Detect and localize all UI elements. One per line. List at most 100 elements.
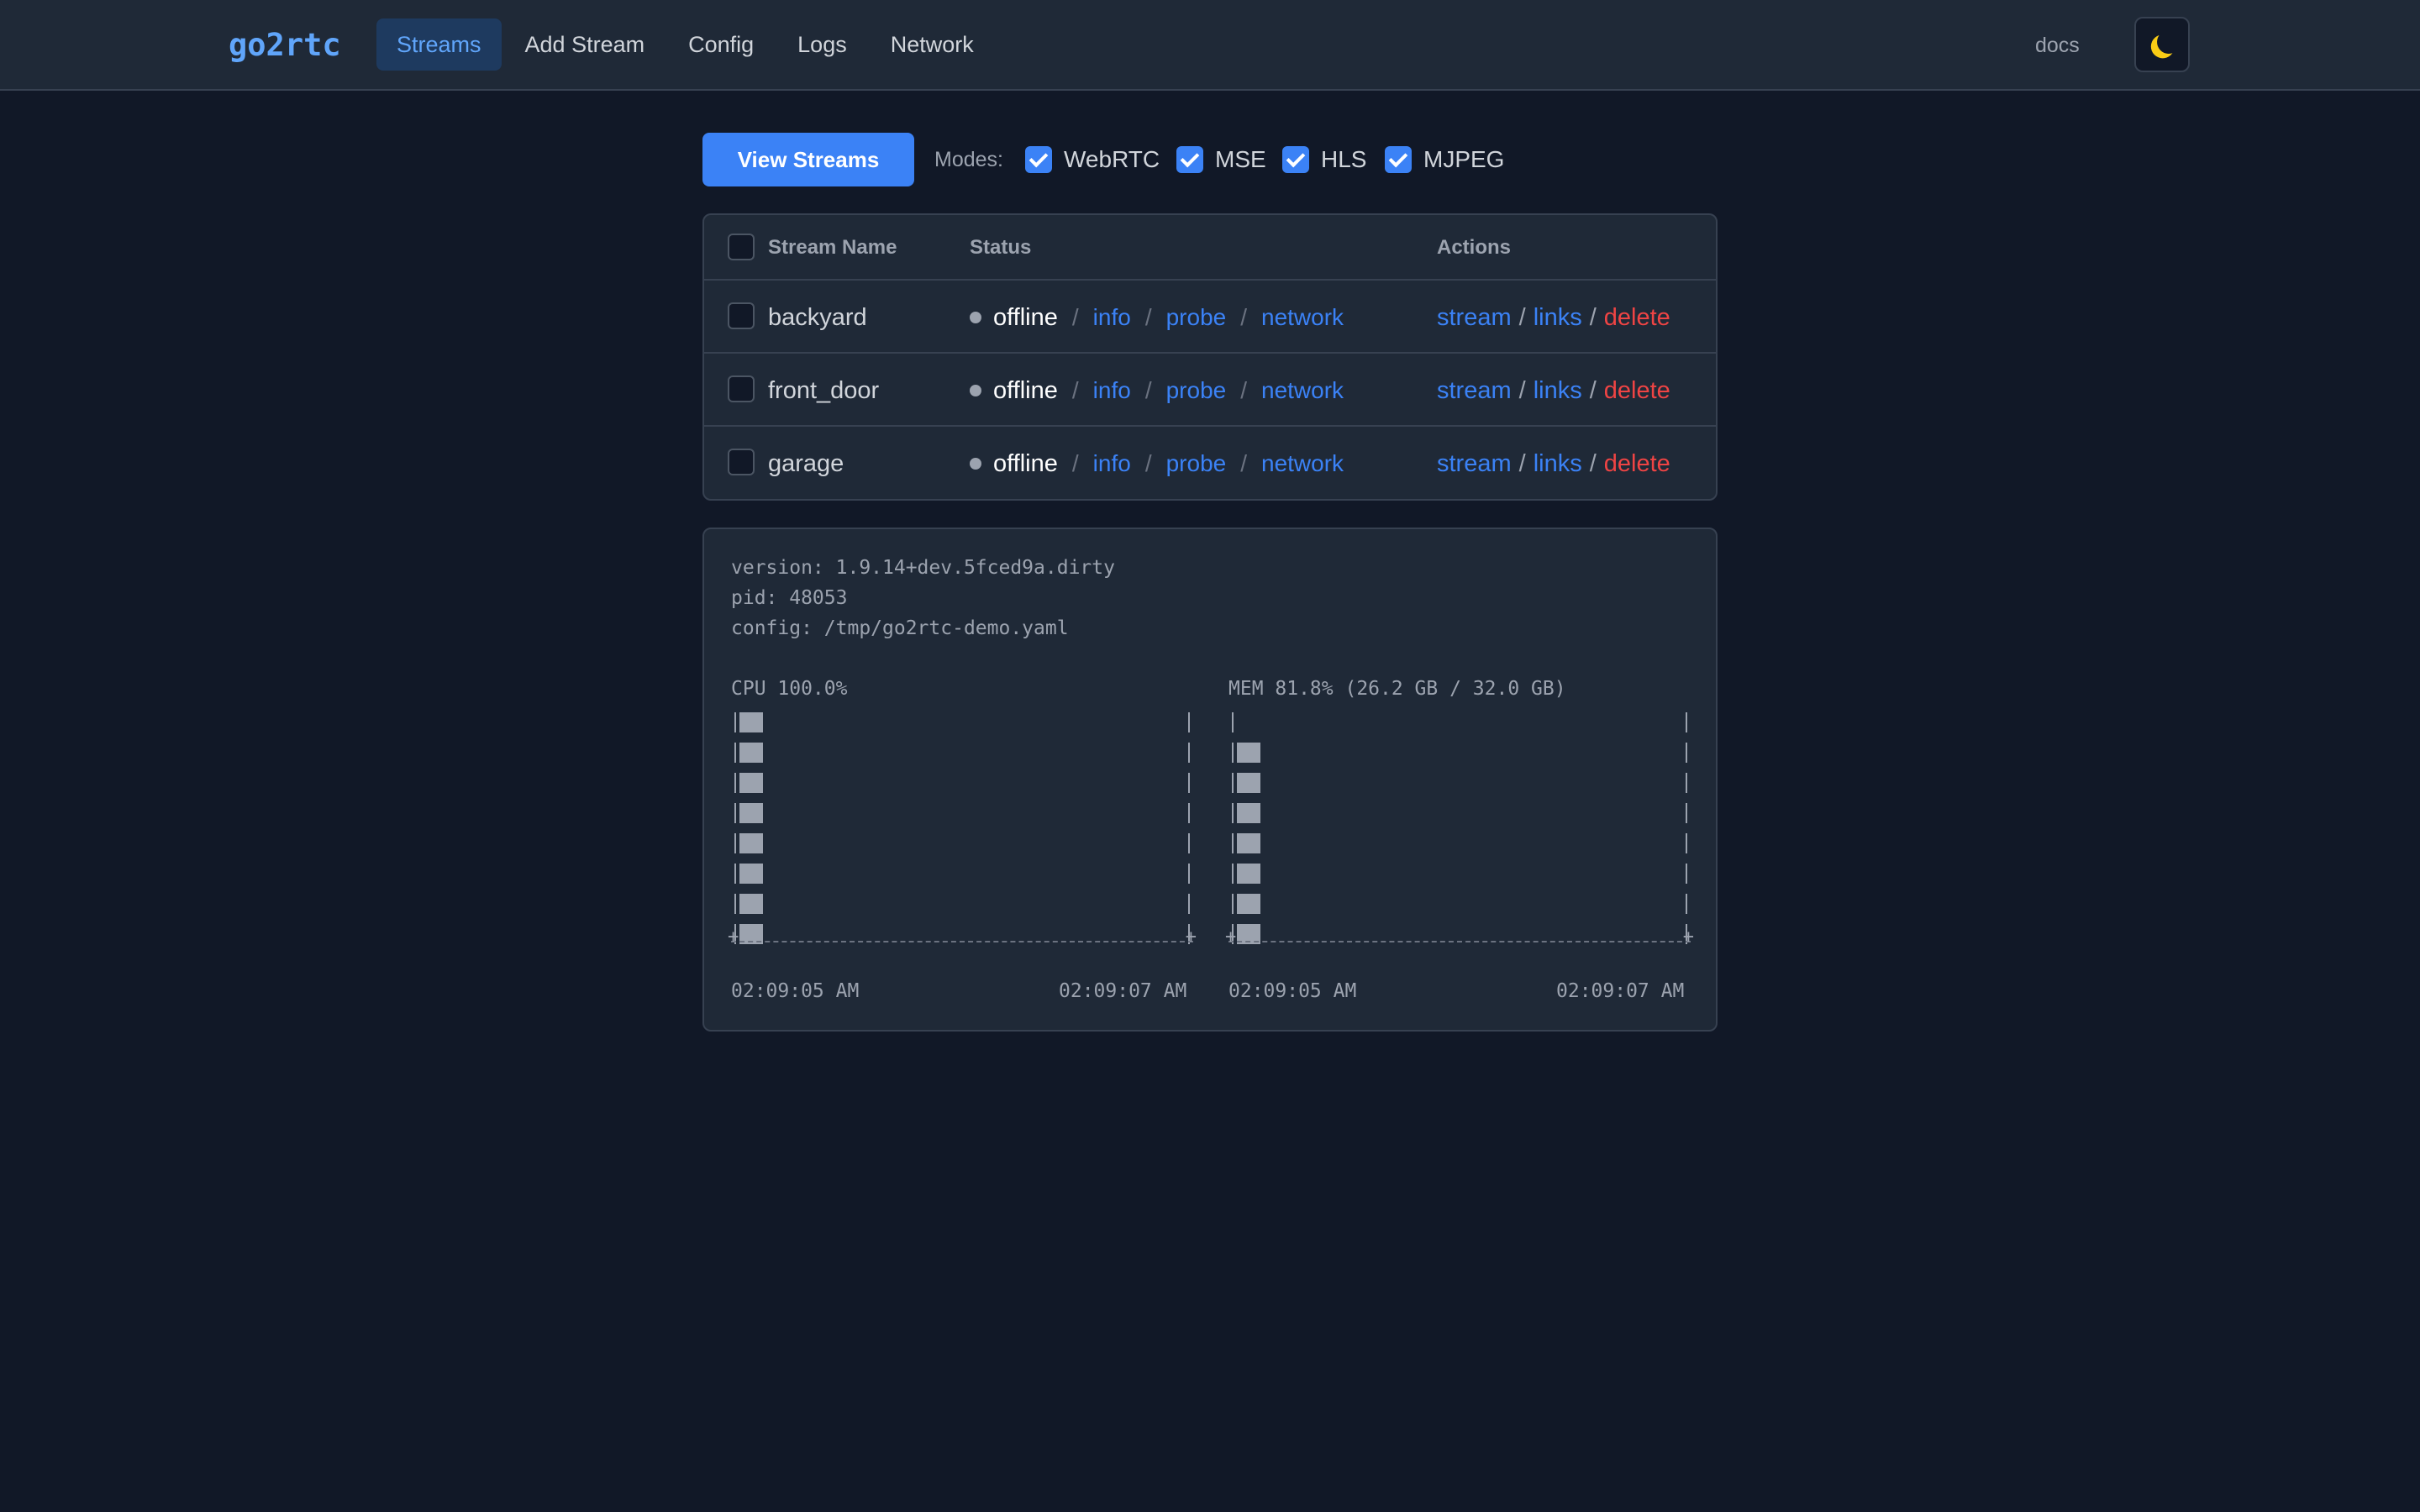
- links-action-link[interactable]: links: [1534, 304, 1582, 332]
- config-path-text: config: /tmp/go2rtc-demo.yaml: [731, 617, 1069, 639]
- mode-webrtc-label: WebRTC: [1064, 146, 1160, 172]
- bar-fill: [739, 894, 763, 914]
- bar-left-edge: [734, 833, 736, 853]
- main-nav: Streams Add Stream Config Logs Network: [376, 18, 994, 71]
- version-text: version: 1.9.14+dev.5fced9a.dirty: [731, 557, 1115, 579]
- bar-right-edge: [1188, 894, 1190, 914]
- probe-link[interactable]: probe: [1166, 304, 1227, 331]
- moon-icon: [2155, 29, 2182, 55]
- mode-webrtc-checkbox[interactable]: [1025, 146, 1052, 173]
- bar-right-edge: [1188, 712, 1190, 732]
- separator: /: [1240, 304, 1247, 330]
- nav-add-stream[interactable]: Add Stream: [505, 18, 666, 71]
- table-row: backyard offline / info / probe / networ…: [704, 281, 1716, 354]
- bar-row: [731, 798, 1193, 828]
- info-link[interactable]: info: [1093, 304, 1131, 331]
- bar-left-edge: [1232, 712, 1234, 732]
- streams-table: Stream Name Status Actions backyard offl…: [702, 213, 1718, 501]
- bar-right-edge: [1686, 864, 1687, 884]
- cpu-axis: [728, 927, 1197, 948]
- stream-name: front_door: [768, 377, 880, 404]
- bar-left-edge: [734, 773, 736, 793]
- network-link[interactable]: network: [1261, 450, 1344, 477]
- stream-name: garage: [768, 450, 844, 477]
- bar-right-edge: [1686, 894, 1687, 914]
- bar-right-edge: [1686, 773, 1687, 793]
- row-checkbox[interactable]: [728, 302, 755, 329]
- mem-time-start: 02:09:05 AM: [1228, 980, 1357, 1002]
- info-link[interactable]: info: [1093, 377, 1131, 404]
- status-text: offline: [993, 376, 1058, 404]
- docs-link[interactable]: docs: [2035, 30, 2080, 60]
- bar-right-edge: [1686, 833, 1687, 853]
- bar-left-edge: [1232, 833, 1234, 853]
- cpu-bars: [731, 707, 1193, 944]
- network-link[interactable]: network: [1261, 377, 1344, 404]
- separator: /: [1144, 377, 1152, 403]
- separator: /: [1071, 304, 1079, 330]
- probe-link[interactable]: probe: [1166, 377, 1227, 404]
- separator: /: [1518, 376, 1526, 404]
- network-link[interactable]: network: [1261, 304, 1344, 331]
- bar-fill: [739, 803, 763, 823]
- bar-row: [731, 707, 1193, 738]
- probe-link[interactable]: probe: [1166, 450, 1227, 477]
- mode-mjpeg-checkbox[interactable]: [1385, 146, 1412, 173]
- info-link[interactable]: info: [1093, 450, 1131, 477]
- bar-fill: [739, 833, 763, 853]
- mode-hls[interactable]: HLS: [1282, 144, 1366, 175]
- links-action-link[interactable]: links: [1534, 450, 1582, 478]
- stream-action-link[interactable]: stream: [1437, 304, 1512, 332]
- bar-right-edge: [1188, 833, 1190, 853]
- theme-toggle-button[interactable]: [2134, 17, 2190, 72]
- separator: /: [1240, 377, 1247, 403]
- bar-left-edge: [1232, 803, 1234, 823]
- bar-row: [1228, 889, 1691, 919]
- mode-mjpeg[interactable]: MJPEG: [1385, 144, 1504, 175]
- app-logo[interactable]: go2rtc: [229, 26, 341, 65]
- bar-fill: [739, 864, 763, 884]
- delete-action-link[interactable]: delete: [1604, 304, 1670, 332]
- view-streams-button[interactable]: View Streams: [702, 133, 914, 186]
- bar-fill: [1237, 864, 1260, 884]
- row-checkbox[interactable]: [728, 449, 755, 475]
- bar-left-edge: [734, 894, 736, 914]
- bar-row: [731, 738, 1193, 768]
- nav-config[interactable]: Config: [668, 18, 774, 71]
- status-text: offline: [993, 303, 1058, 331]
- select-all-checkbox[interactable]: [728, 234, 755, 260]
- bar-row: [731, 828, 1193, 858]
- bar-fill: [1237, 894, 1260, 914]
- delete-action-link[interactable]: delete: [1604, 377, 1670, 405]
- nav-logs[interactable]: Logs: [777, 18, 867, 71]
- bar-row: [1228, 828, 1691, 858]
- mode-mse[interactable]: MSE: [1176, 144, 1266, 175]
- nav-network[interactable]: Network: [871, 18, 994, 71]
- bar-fill: [1237, 773, 1260, 793]
- bar-fill: [1237, 833, 1260, 853]
- stream-status: offline / info / probe / network: [970, 374, 1344, 407]
- bar-row: [731, 889, 1193, 919]
- delete-action-link[interactable]: delete: [1604, 450, 1670, 478]
- bar-fill: [1237, 743, 1260, 763]
- separator: /: [1071, 377, 1079, 403]
- bar-row: [1228, 707, 1691, 738]
- mode-hls-checkbox[interactable]: [1282, 146, 1309, 173]
- row-checkbox[interactable]: [728, 375, 755, 402]
- stream-action-link[interactable]: stream: [1437, 450, 1512, 478]
- bar-right-edge: [1188, 743, 1190, 763]
- status-text: offline: [993, 449, 1058, 477]
- bar-left-edge: [734, 864, 736, 884]
- separator: /: [1144, 304, 1152, 330]
- nav-streams[interactable]: Streams: [376, 18, 502, 71]
- separator: /: [1518, 303, 1526, 331]
- links-action-link[interactable]: links: [1534, 377, 1582, 405]
- mode-webrtc[interactable]: WebRTC: [1025, 144, 1160, 175]
- bar-row: [731, 858, 1193, 889]
- stream-action-link[interactable]: stream: [1437, 377, 1512, 405]
- mode-mse-checkbox[interactable]: [1176, 146, 1203, 173]
- bar-row: [1228, 798, 1691, 828]
- bar-left-edge: [1232, 743, 1234, 763]
- bar-fill: [739, 743, 763, 763]
- modes-label: Modes:: [934, 148, 1003, 171]
